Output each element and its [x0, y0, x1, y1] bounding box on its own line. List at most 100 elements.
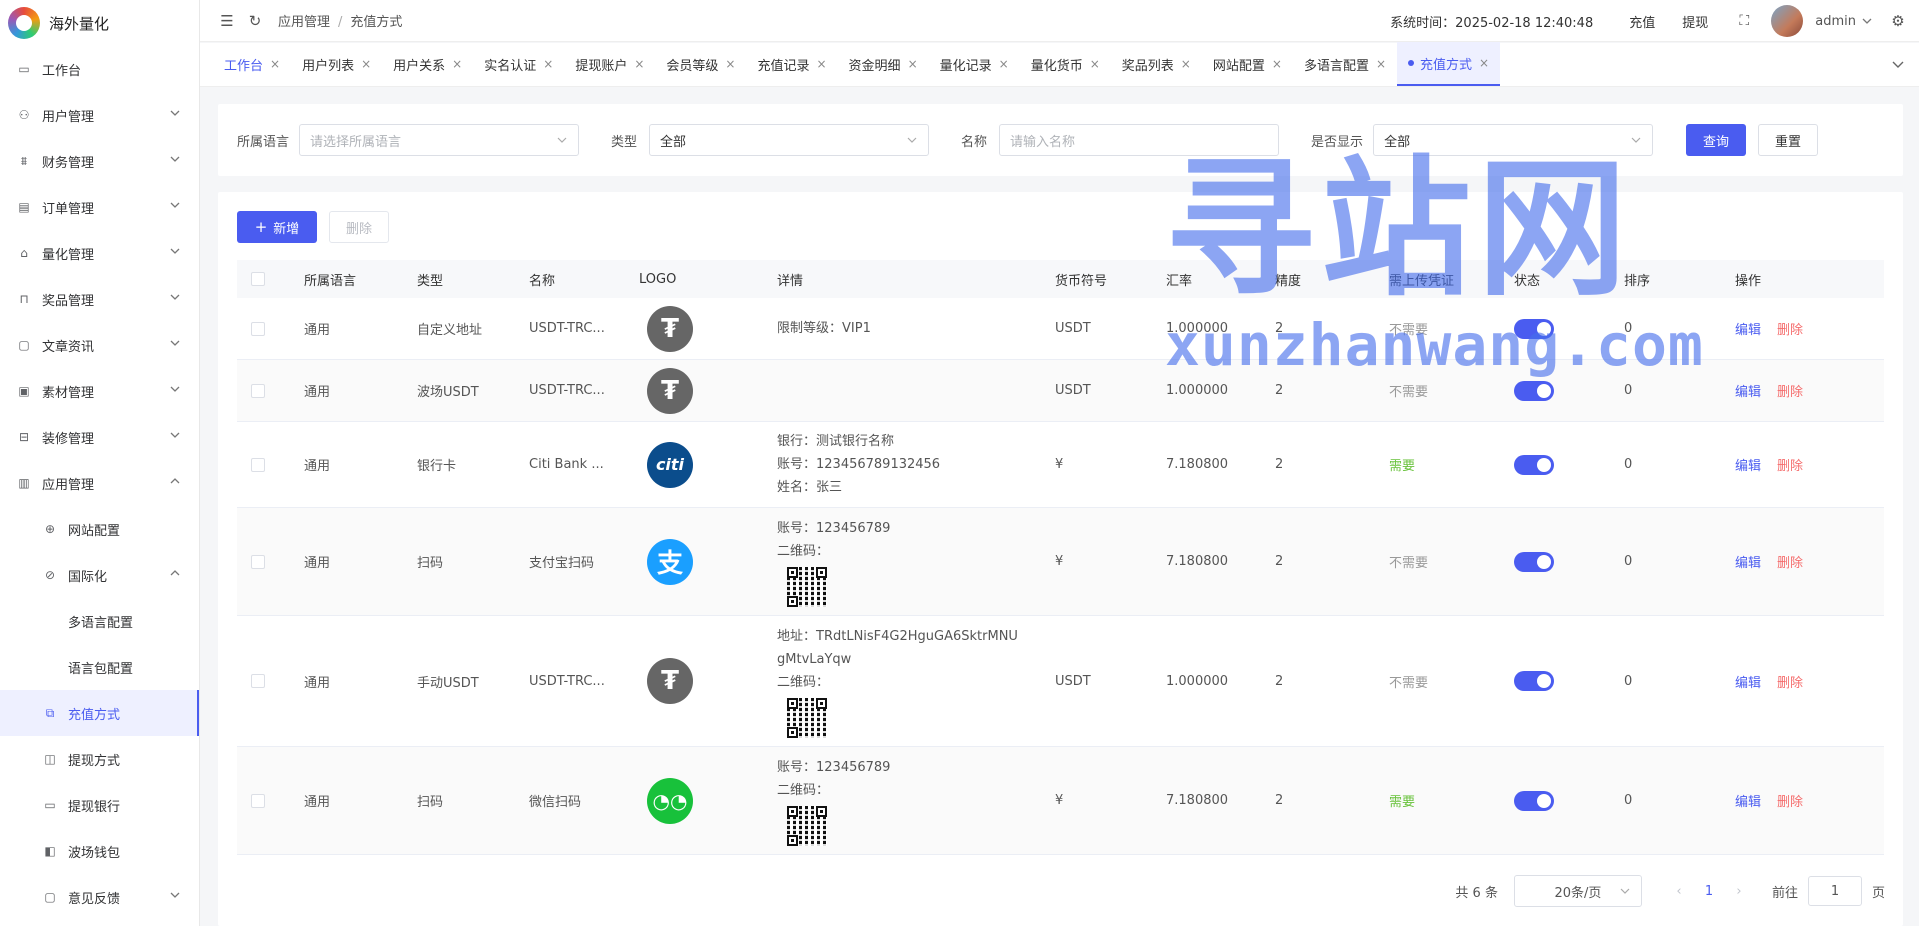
tab[interactable]: 用户关系 ×	[382, 42, 473, 86]
delete-link[interactable]: 删除	[1777, 791, 1803, 810]
edit-link[interactable]: 编辑	[1735, 319, 1761, 338]
tab[interactable]: 多语言配置 ×	[1293, 42, 1397, 86]
language-select[interactable]: 请选择所属语言	[299, 124, 580, 156]
sidebar-item[interactable]: ⊘ 国际化	[0, 552, 199, 598]
select-all-checkbox[interactable]	[251, 272, 265, 286]
sidebar-item[interactable]: ⊓ 奖品管理	[0, 276, 199, 322]
tab[interactable]: 实名认证 ×	[473, 42, 564, 86]
sidebar-item[interactable]: ◫ 提现方式	[0, 736, 199, 782]
sidebar-item[interactable]: 语言包配置	[0, 644, 199, 690]
tether-logo-icon: ₮	[647, 658, 693, 704]
settings-icon[interactable]: ⚙	[1889, 12, 1907, 30]
tab[interactable]: 提现账户 ×	[564, 42, 655, 86]
delete-link[interactable]: 删除	[1777, 552, 1803, 571]
delete-link[interactable]: 删除	[1777, 381, 1803, 400]
row-checkbox[interactable]	[251, 674, 265, 688]
collapse-menu-icon[interactable]: ☰	[218, 12, 236, 30]
tabs-more-icon[interactable]	[1891, 57, 1905, 71]
tab[interactable]: 量化记录 ×	[929, 42, 1020, 86]
close-icon[interactable]: ×	[452, 57, 462, 71]
sidebar-item[interactable]: ▢ 文章资讯	[0, 322, 199, 368]
edit-link[interactable]: 编辑	[1735, 672, 1761, 691]
tab[interactable]: 工作台 ×	[213, 42, 291, 86]
add-button[interactable]: + 新增	[237, 211, 317, 243]
close-icon[interactable]: ×	[725, 57, 735, 71]
message-icon: ▢	[18, 338, 30, 352]
close-icon[interactable]: ×	[543, 57, 553, 71]
column-header: 操作	[1735, 273, 1762, 289]
sidebar-item[interactable]: ⊟ 装修管理	[0, 414, 199, 460]
status-toggle[interactable]	[1514, 790, 1554, 811]
close-icon[interactable]: ×	[908, 57, 918, 71]
fullscreen-icon[interactable]: ⛶	[1735, 12, 1753, 30]
edit-link[interactable]: 编辑	[1735, 455, 1761, 474]
row-checkbox[interactable]	[251, 383, 265, 398]
status-toggle[interactable]	[1514, 551, 1554, 572]
withdraw-link[interactable]: 提现	[1682, 12, 1708, 31]
tab[interactable]: 用户列表 ×	[291, 42, 382, 86]
sidebar-item[interactable]: ▭ 提现银行	[0, 782, 199, 828]
page-size-select[interactable]: 20条/页	[1513, 875, 1642, 907]
close-icon[interactable]: ×	[1090, 57, 1100, 71]
delete-link[interactable]: 删除	[1777, 455, 1803, 474]
close-icon[interactable]: ×	[634, 57, 644, 71]
avatar[interactable]	[1771, 5, 1804, 37]
breadcrumb-item[interactable]: 应用管理	[278, 15, 330, 30]
close-icon[interactable]: ×	[1376, 57, 1386, 71]
close-icon[interactable]: ×	[270, 57, 280, 71]
close-icon[interactable]: ×	[1272, 57, 1282, 71]
goto-page-input[interactable]: 1	[1807, 876, 1862, 906]
status-toggle[interactable]	[1514, 380, 1554, 401]
refresh-icon[interactable]: ↻	[246, 12, 264, 30]
close-icon[interactable]: ×	[999, 57, 1009, 71]
edit-link[interactable]: 编辑	[1735, 381, 1761, 400]
delete-link[interactable]: 删除	[1777, 319, 1803, 338]
username[interactable]: admin	[1815, 14, 1856, 29]
status-toggle[interactable]	[1514, 318, 1554, 339]
page-number[interactable]: 1	[1694, 884, 1724, 899]
search-button[interactable]: 查询	[1686, 124, 1747, 156]
close-icon[interactable]: ×	[1181, 57, 1191, 71]
close-icon[interactable]: ×	[816, 57, 826, 71]
sidebar-item[interactable]: ⊕ 网站配置	[0, 506, 199, 552]
row-checkbox[interactable]	[251, 321, 265, 336]
column-header: 货币符号	[1055, 273, 1108, 289]
tab[interactable]: 充值方式 ×	[1397, 42, 1501, 86]
edit-link[interactable]: 编辑	[1735, 552, 1761, 571]
tab[interactable]: 会员等级 ×	[655, 42, 746, 86]
batch-delete-button[interactable]: 删除	[329, 211, 389, 243]
sidebar-item[interactable]: ⌂ 量化管理	[0, 230, 199, 276]
status-toggle[interactable]	[1514, 671, 1554, 691]
tab[interactable]: 奖品列表 ×	[1111, 42, 1202, 86]
row-checkbox[interactable]	[251, 457, 265, 472]
chevron-down-icon[interactable]	[1861, 15, 1873, 27]
close-icon[interactable]: ×	[1479, 56, 1489, 70]
row-checkbox[interactable]	[251, 554, 265, 569]
tab[interactable]: 量化货币 ×	[1020, 42, 1111, 86]
display-select[interactable]: 全部	[1373, 124, 1654, 156]
sidebar-item[interactable]: ▥ 应用管理	[0, 460, 199, 506]
delete-link[interactable]: 删除	[1777, 672, 1803, 691]
sidebar-item[interactable]: ▢ 意见反馈	[0, 874, 199, 920]
reset-button[interactable]: 重置	[1758, 124, 1819, 156]
tab[interactable]: 充值记录 ×	[746, 42, 837, 86]
sidebar-item[interactable]: ▤ 订单管理	[0, 184, 199, 230]
sidebar-item[interactable]: ▣ 素材管理	[0, 368, 199, 414]
prev-page-icon[interactable]: ‹	[1664, 884, 1694, 899]
type-select[interactable]: 全部	[649, 124, 930, 156]
next-page-icon[interactable]: ›	[1724, 884, 1754, 899]
sidebar-item[interactable]: ⚇ 用户管理	[0, 92, 199, 138]
tab[interactable]: 网站配置 ×	[1202, 42, 1293, 86]
sidebar-item[interactable]: ⩩ 财务管理	[0, 138, 199, 184]
sidebar-item[interactable]: ⧉ 充值方式	[0, 690, 199, 736]
row-checkbox[interactable]	[251, 793, 265, 808]
tab[interactable]: 资金明细 ×	[838, 42, 929, 86]
sidebar-item[interactable]: 多语言配置	[0, 598, 199, 644]
edit-link[interactable]: 编辑	[1735, 791, 1761, 810]
sidebar-item[interactable]: ▭ 工作台	[0, 46, 199, 92]
close-icon[interactable]: ×	[361, 57, 371, 71]
recharge-link[interactable]: 充值	[1629, 12, 1655, 31]
name-input[interactable]: 请输入名称	[999, 124, 1280, 156]
status-toggle[interactable]	[1514, 454, 1554, 475]
sidebar-item[interactable]: ◧ 波场钱包	[0, 828, 199, 874]
